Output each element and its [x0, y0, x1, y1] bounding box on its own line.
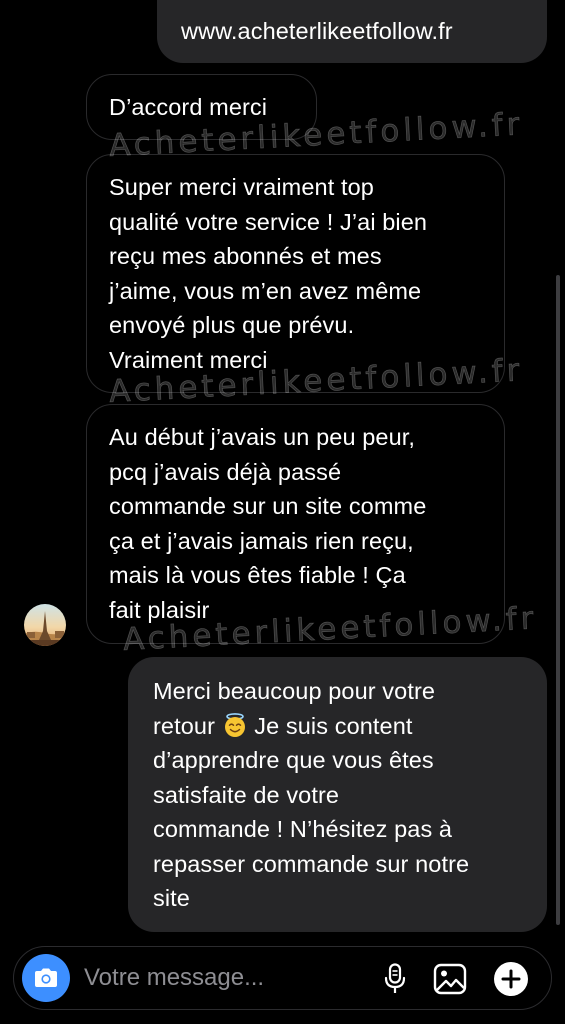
- message-composer: [13, 946, 552, 1010]
- voice-message-button[interactable]: [376, 960, 414, 998]
- smiling-face-with-halo-icon: [224, 712, 245, 737]
- message-text: www.acheterlikeetfollow.fr: [181, 18, 453, 44]
- message-text: Super merci vraiment top qualité votre s…: [109, 174, 428, 373]
- message-input[interactable]: [84, 957, 374, 999]
- conversation-thread: www.acheterlikeetfollow.fr D’accord merc…: [0, 0, 565, 1024]
- message-text: D’accord merci: [109, 94, 268, 120]
- message-bubble-outgoing[interactable]: Merci beaucoup pour votre retour Je suis…: [128, 657, 547, 932]
- plus-icon: [494, 962, 528, 996]
- message-text: Merci beaucoup pour votre retour Je suis…: [153, 674, 529, 916]
- message-text: Au début j’avais un peu peur, pcq j’avai…: [109, 424, 427, 623]
- camera-icon: [35, 968, 57, 987]
- gallery-icon: [433, 963, 467, 995]
- scrollbar[interactable]: [556, 275, 560, 925]
- message-text-part: Je suis content d’apprendre que vous ête…: [153, 712, 470, 912]
- avatar[interactable]: [24, 604, 66, 646]
- message-bubble-incoming[interactable]: Au début j’avais un peu peur, pcq j’avai…: [86, 404, 505, 644]
- more-options-button[interactable]: [492, 960, 530, 998]
- message-bubble-incoming[interactable]: D’accord merci: [86, 74, 317, 140]
- message-bubble-incoming[interactable]: Super merci vraiment top qualité votre s…: [86, 154, 505, 393]
- gallery-button[interactable]: [431, 960, 469, 998]
- message-bubble-outgoing[interactable]: www.acheterlikeetfollow.fr: [157, 0, 547, 63]
- microphone-icon: [384, 963, 406, 993]
- avatar-image: [24, 604, 66, 646]
- camera-button[interactable]: [22, 954, 70, 1002]
